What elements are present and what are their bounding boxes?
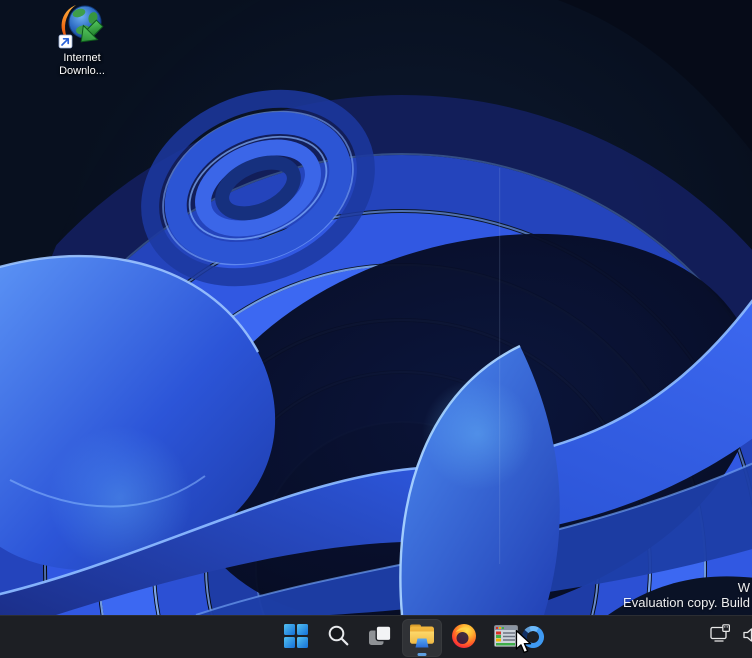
windows-logo-icon — [284, 623, 308, 653]
start-button[interactable] — [276, 619, 316, 657]
network-ethernet-icon[interactable] — [710, 624, 732, 650]
desktop-screen: Internet Downlo... W Evaluation copy. Bu… — [0, 0, 752, 658]
firefox-button[interactable] — [444, 619, 484, 657]
idm-globe-icon — [58, 2, 106, 50]
desktop-shortcut-idm[interactable]: Internet Downlo... — [44, 2, 120, 78]
search-icon — [327, 624, 350, 652]
volume-icon[interactable] — [743, 626, 752, 649]
desktop-icon-label-line2: Downlo... — [59, 65, 105, 77]
wallpaper-bloom — [0, 0, 752, 615]
file-explorer-folder-icon — [408, 622, 436, 654]
task-view-icon — [368, 624, 392, 652]
idm-taskbar-button[interactable] — [486, 619, 526, 657]
taskbar — [0, 615, 752, 658]
taskbar-center-icons — [276, 617, 526, 658]
file-explorer-button[interactable] — [402, 619, 442, 657]
evaluation-watermark: W Evaluation copy. Build — [623, 580, 752, 610]
idm-app-window-icon — [493, 624, 519, 652]
desktop-icon-label-line1: Internet — [63, 52, 101, 64]
task-view-button[interactable] — [360, 619, 400, 657]
firefox-icon — [451, 623, 477, 654]
running-indicator — [417, 653, 427, 656]
search-button[interactable] — [318, 619, 358, 657]
watermark-line1: W — [737, 580, 750, 595]
shortcut-arrow-badge — [58, 34, 73, 49]
watermark-line2: Evaluation copy. Build — [623, 595, 750, 610]
